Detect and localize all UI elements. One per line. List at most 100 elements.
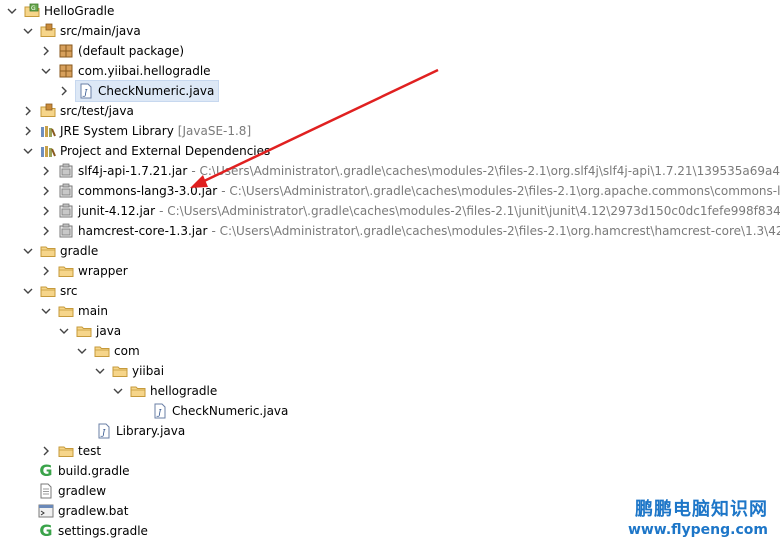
jar-name: hamcrest-core-1.3.jar: [78, 224, 208, 238]
tree-row-yiibai[interactable]: yiibai: [94, 361, 164, 381]
tree-label: com.yiibai.hellogradle: [78, 64, 211, 78]
gradle-file-icon: G: [39, 461, 53, 480]
tree-row-gradle[interactable]: gradle: [22, 241, 98, 261]
expand-chevron-icon[interactable]: [40, 205, 52, 217]
expand-chevron-icon[interactable]: [22, 105, 34, 117]
folder-icon: [130, 383, 146, 399]
tree-row-dependencies[interactable]: Project and External Dependencies: [22, 141, 270, 161]
tree-row-test[interactable]: test: [40, 441, 101, 461]
folder-icon: [76, 323, 92, 339]
folder-icon: [58, 263, 74, 279]
expand-chevron-icon[interactable]: [40, 225, 52, 237]
tree-row-jar[interactable]: commons-lang3-3.0.jar - C:\Users\Adminis…: [40, 181, 780, 201]
tree-row-com[interactable]: com: [76, 341, 140, 361]
tree-row-default-package[interactable]: (default package): [40, 41, 184, 61]
tree-row-gradlew-bat[interactable]: gradlew.bat: [38, 501, 128, 521]
tree-label: CheckNumeric.java: [172, 404, 289, 418]
tree-label: gradlew.bat: [58, 504, 129, 518]
tree-row-gradlew[interactable]: gradlew: [38, 481, 106, 501]
tree-label: com: [114, 344, 140, 358]
tree-label: settings.gradle: [58, 524, 148, 538]
tree-row-jre[interactable]: JRE System Library [JavaSE-1.8]: [22, 121, 251, 141]
tree-label: src/main/java: [60, 24, 141, 38]
text-file-icon: [38, 483, 54, 499]
collapse-chevron-icon[interactable]: [94, 365, 106, 377]
tree-row-main[interactable]: main: [40, 301, 108, 321]
jar-path: - C:\Users\Administrator\.gradle\caches\…: [211, 224, 780, 238]
java-file-icon: [78, 83, 94, 99]
collapse-chevron-icon[interactable]: [58, 325, 70, 337]
tree-row-src-test-java[interactable]: src/test/java: [22, 101, 134, 121]
tree-label: JRE System Library: [60, 124, 174, 138]
tree-row-src[interactable]: src: [22, 281, 78, 301]
collapse-chevron-icon[interactable]: [76, 345, 88, 357]
tree-label: yiibai: [132, 364, 165, 378]
tree-label: gradle: [60, 244, 99, 258]
tree-row-settings-gradle[interactable]: G settings.gradle: [38, 521, 148, 541]
tree-row-java[interactable]: java: [58, 321, 121, 341]
expand-chevron-icon[interactable]: [22, 125, 34, 137]
package-icon: [58, 63, 74, 79]
folder-icon: [58, 443, 74, 459]
tree-label: CheckNumeric.java: [98, 84, 215, 98]
tree-label: Project and External Dependencies: [60, 144, 271, 158]
source-folder-icon: [40, 23, 56, 39]
tree-label: main: [78, 304, 108, 318]
collapse-chevron-icon[interactable]: [22, 245, 34, 257]
jar-name: commons-lang3-3.0.jar: [78, 184, 218, 198]
project-label: HelloGradle: [44, 4, 115, 18]
java-file-icon: [152, 403, 168, 419]
tree-label: src/test/java: [60, 104, 134, 118]
selection-highlight: CheckNumeric.java: [74, 80, 220, 102]
collapse-chevron-icon[interactable]: [22, 285, 34, 297]
collapse-chevron-icon[interactable]: [112, 385, 124, 397]
jar-icon: [58, 223, 74, 239]
tree-row-library[interactable]: Library.java: [96, 421, 185, 441]
expand-chevron-icon[interactable]: [40, 185, 52, 197]
expand-chevron-icon[interactable]: [40, 165, 52, 177]
tree-row-com-package[interactable]: com.yiibai.hellogradle: [40, 61, 211, 81]
tree-row-project[interactable]: HelloGradle: [6, 1, 114, 21]
library-icon: [40, 123, 56, 139]
tree-row-jar[interactable]: hamcrest-core-1.3.jar - C:\Users\Adminis…: [40, 221, 780, 241]
tree-row-jar[interactable]: junit-4.12.jar - C:\Users\Administrator\…: [40, 201, 780, 221]
watermark-url: www.flypeng.com: [627, 522, 768, 538]
tree-row-build-gradle[interactable]: G build.gradle: [38, 461, 129, 481]
jar-path: - C:\Users\Administrator\.gradle\caches\…: [191, 164, 780, 178]
expand-chevron-icon[interactable]: [40, 265, 52, 277]
tree-label: test: [78, 444, 102, 458]
gradle-project-icon: [24, 3, 40, 19]
folder-icon: [58, 303, 74, 319]
folder-icon: [112, 363, 128, 379]
collapse-chevron-icon[interactable]: [6, 5, 18, 17]
java-file-icon: [96, 423, 112, 439]
collapse-chevron-icon[interactable]: [22, 25, 34, 37]
tree-row-wrapper[interactable]: wrapper: [40, 261, 128, 281]
package-icon: [58, 43, 74, 59]
tree-label: gradlew: [58, 484, 107, 498]
tree-row-src-main-java[interactable]: src/main/java: [22, 21, 141, 41]
folder-icon: [40, 243, 56, 259]
tree-row-check-numeric[interactable]: CheckNumeric.java: [152, 401, 288, 421]
tree-row-hellogradle[interactable]: hellogradle: [112, 381, 217, 401]
tree-row-check-numeric-selected[interactable]: CheckNumeric.java: [58, 80, 220, 102]
jre-version-label: [JavaSE-1.8]: [177, 124, 252, 138]
jar-path: - C:\Users\Administrator\.gradle\caches\…: [221, 184, 780, 198]
jar-name: slf4j-api-1.7.21.jar: [78, 164, 188, 178]
collapse-chevron-icon[interactable]: [22, 145, 34, 157]
tree-label: src: [60, 284, 78, 298]
folder-icon: [94, 343, 110, 359]
tree-row-jar[interactable]: slf4j-api-1.7.21.jar - C:\Users\Administ…: [40, 161, 780, 181]
expand-chevron-icon[interactable]: [40, 45, 52, 57]
tree-label: hellogradle: [150, 384, 218, 398]
gradle-file-icon: G: [39, 521, 53, 540]
expand-chevron-icon[interactable]: [58, 85, 70, 97]
collapse-chevron-icon[interactable]: [40, 65, 52, 77]
library-icon: [40, 143, 56, 159]
tree-label: java: [96, 324, 122, 338]
jar-icon: [58, 203, 74, 219]
expand-chevron-icon[interactable]: [40, 445, 52, 457]
watermark-title: 鹏鹏电脑知识网: [635, 499, 768, 520]
collapse-chevron-icon[interactable]: [40, 305, 52, 317]
tree-label: wrapper: [78, 264, 128, 278]
